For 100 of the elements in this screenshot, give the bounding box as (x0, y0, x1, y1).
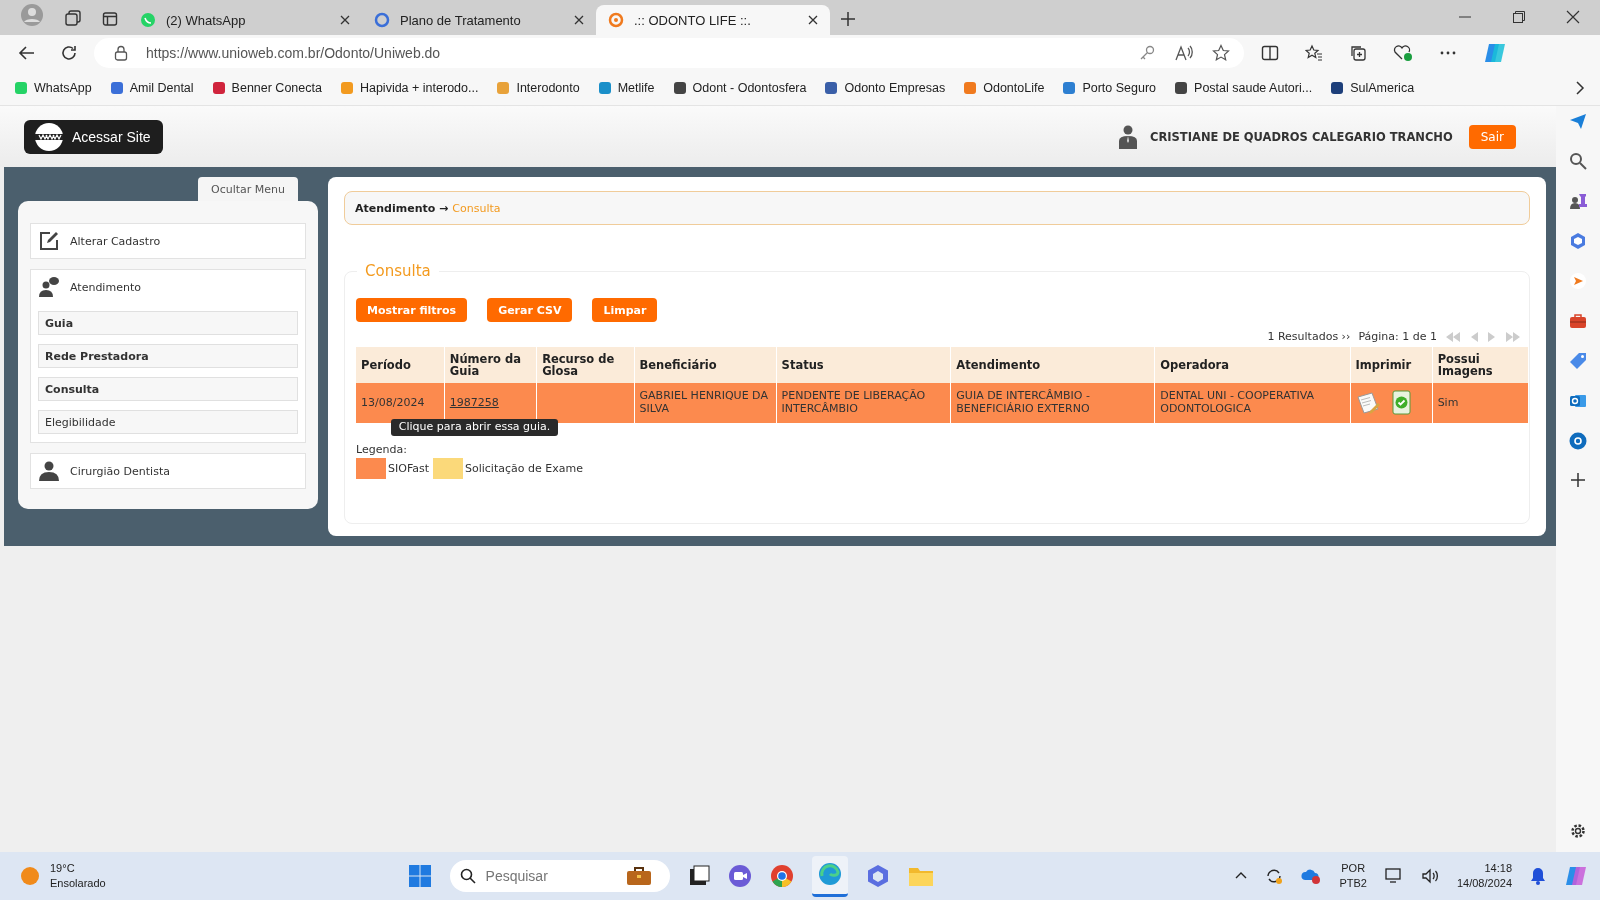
bell-icon[interactable] (1530, 867, 1546, 885)
outlook-icon[interactable] (1569, 392, 1587, 410)
close-icon[interactable] (1566, 10, 1580, 24)
submenu-item[interactable]: Elegibilidade (38, 410, 298, 434)
search-icon[interactable] (1569, 152, 1587, 170)
tab-actions-icon[interactable] (102, 11, 118, 27)
key-icon[interactable] (1138, 44, 1156, 62)
browser-tab[interactable]: .:: ODONTO LIFE ::. (596, 5, 830, 35)
column-header: Status (776, 347, 951, 383)
new-tab-icon[interactable] (840, 11, 856, 27)
column-header: Recurso de Glosa (536, 347, 635, 383)
address-bar[interactable]: https://www.unioweb.com.br/Odonto/Uniweb.do (94, 38, 1244, 68)
bookmark[interactable]: WhatsApp (14, 81, 92, 95)
collections-icon[interactable] (1349, 44, 1367, 62)
refresh-icon[interactable] (60, 44, 78, 62)
menu-item[interactable]: Cirurgião Dentista (38, 456, 298, 486)
read-aloud-icon[interactable] (1174, 44, 1194, 62)
submenu-item[interactable]: Rede Prestadora (38, 344, 298, 368)
column-header: Possui Imagens (1432, 347, 1529, 383)
back-icon[interactable] (18, 44, 36, 62)
results-count: 1 Resultados ›› (1267, 330, 1351, 343)
restore-icon[interactable] (1512, 10, 1526, 24)
input-language[interactable]: POR PTB2 (1339, 860, 1367, 892)
temperature: 19°C (50, 860, 75, 876)
bookmark[interactable]: Postal saude Autori... (1174, 81, 1313, 95)
bookmark[interactable]: Interodonto (496, 81, 580, 95)
volume-icon[interactable] (1420, 867, 1439, 885)
network-icon[interactable] (1384, 867, 1403, 885)
table-cell: Sim (1432, 383, 1529, 423)
column-header: Número da Guia (444, 347, 537, 383)
breadcrumb-parent[interactable]: Atendimento → (355, 201, 449, 215)
workspaces-icon[interactable] (64, 9, 82, 27)
close-icon[interactable] (574, 15, 584, 25)
add-icon[interactable] (1570, 472, 1586, 488)
cloud-error-icon[interactable] (1301, 867, 1322, 885)
bookmark-favicon-icon (824, 81, 839, 95)
column-header: Imprimir (1350, 347, 1433, 383)
heart-pulse-icon[interactable] (1393, 44, 1413, 62)
bookmark[interactable]: Hapivida + interodo... (339, 81, 479, 95)
bookmark[interactable]: Porto Seguro (1062, 81, 1157, 95)
sync-icon[interactable] (1265, 867, 1284, 885)
column-header: Operadora (1154, 347, 1351, 383)
browser-tab[interactable]: Plano de Tratamento (362, 5, 596, 35)
tooltip: Clique para abrir essa guia. (390, 419, 559, 436)
weather-condition: Ensolarado (50, 876, 106, 891)
bookmark-favicon-icon (211, 81, 226, 95)
user-icon (1118, 124, 1138, 149)
bookmark-favicon-icon (672, 81, 687, 95)
bookmark[interactable]: Benner Conecta (211, 81, 322, 95)
menu-item[interactable]: Alterar Cadastro (38, 226, 298, 256)
window-icon[interactable] (687, 865, 710, 887)
chevron-right-icon[interactable] (1574, 81, 1586, 95)
taskbar-search-field[interactable]: Pesquisar (483, 867, 618, 885)
bookmark[interactable]: Amil Dental (109, 81, 194, 95)
column-header: Atendimento (950, 347, 1155, 383)
bookmark-favicon-icon (963, 81, 978, 95)
bookmark[interactable]: SulAmerica (1330, 81, 1415, 95)
lock-icon (114, 45, 128, 61)
table-cell: DENTAL UNI - COOPERATIVA ODONTOLOGICA (1154, 383, 1351, 423)
close-icon[interactable] (808, 15, 818, 25)
table-cell: GABRIEL HENRIQUE DA SILVA (634, 383, 777, 423)
video-chat-icon[interactable] (727, 864, 752, 888)
close-icon[interactable] (340, 15, 350, 25)
submenu-item[interactable]: Consulta (38, 377, 298, 401)
bookmark[interactable]: OdontoLife (963, 81, 1045, 95)
hide-menu-tab[interactable]: Ocultar Menu (198, 177, 298, 201)
send-icon[interactable] (1569, 112, 1587, 130)
column-header: Período (356, 347, 445, 383)
star-icon[interactable] (1212, 44, 1230, 62)
bookmark[interactable]: Metlife (597, 81, 655, 95)
chess-pieces-icon[interactable] (1569, 192, 1587, 210)
search-icon (459, 868, 476, 884)
menu-item[interactable]: Atendimento (38, 272, 298, 302)
hexagon-logo-icon[interactable] (1569, 232, 1587, 250)
hexagon-logo-icon[interactable] (865, 864, 890, 888)
browser-tab[interactable]: (2) WhatsApp (128, 5, 362, 35)
copilot-icon[interactable] (1483, 41, 1507, 65)
bookmark[interactable]: Odonto Empresas (824, 81, 946, 95)
access-site-button[interactable]: Acessar Site (24, 119, 163, 154)
favorites-icon[interactable] (1305, 44, 1323, 62)
document-pencil-icon[interactable] (1355, 391, 1382, 415)
circle-o-icon[interactable] (1569, 432, 1587, 450)
toolbox-icon[interactable] (1569, 312, 1587, 330)
taskbar-button[interactable] (811, 855, 848, 897)
settings-icon[interactable] (1569, 822, 1587, 840)
page-indicator: Página: 1 de 1 (1358, 330, 1437, 343)
document-check-icon[interactable] (1389, 390, 1414, 416)
bookmark[interactable]: Odont - Odontosfera (672, 81, 807, 95)
guide-number-link[interactable]: 1987258 (449, 395, 499, 409)
taskbar-search-box[interactable]: Pesquisar (449, 860, 670, 892)
chrome-icon[interactable] (769, 864, 794, 888)
split-screen-icon[interactable] (1261, 44, 1279, 62)
copilot-icon[interactable] (1564, 864, 1588, 888)
clock[interactable]: 14:18 14/08/2024 (1456, 860, 1512, 892)
bookmark-favicon-icon (14, 81, 28, 95)
tag-icon[interactable] (1569, 352, 1587, 370)
legend-label: Solicitação de Exame (465, 462, 583, 475)
bookmark-favicon-icon (597, 81, 612, 95)
submenu-item[interactable]: Guia (38, 311, 298, 335)
windows-start-icon[interactable] (407, 864, 432, 888)
